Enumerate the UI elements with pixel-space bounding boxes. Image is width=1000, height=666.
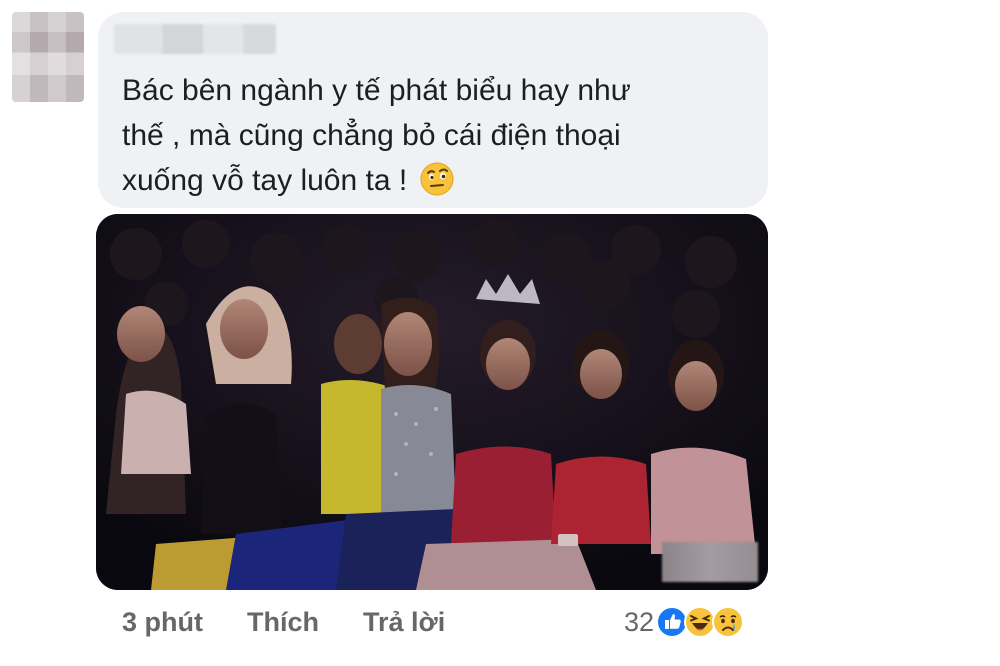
timestamp[interactable]: 3 phút [122,604,203,640]
comment-actions: 3 phút Thích Trả lời [122,604,445,640]
comment-line-1: Bác bên ngành y tế phát biểu hay như [122,74,631,107]
blurred-watermark [662,542,758,582]
comment-line-3-text: xuống vỗ tay luôn ta ! [122,164,408,197]
reply-button[interactable]: Trả lời [363,604,445,640]
reactions-summary[interactable]: 32 [624,603,745,641]
audience-photo-illustration [96,214,768,590]
comment-line-3: xuống vỗ tay luôn ta ! [122,158,742,203]
comment-bubble: Bác bên ngành y tế phát biểu hay như thế… [98,12,768,208]
comment-text: Bác bên ngành y tế phát biểu hay như thế… [122,68,742,203]
sad-icon [712,606,745,638]
attached-photo[interactable] [96,214,768,590]
avatar[interactable] [12,12,84,102]
reaction-count[interactable]: 32 [624,607,654,638]
face-with-raised-eyebrow-icon [420,162,454,196]
comment-line-2: thế , mà cũng chẳng bỏ cái điện thoại [122,119,621,152]
commenter-name-blurred[interactable] [114,24,276,54]
like-button[interactable]: Thích [247,604,319,640]
